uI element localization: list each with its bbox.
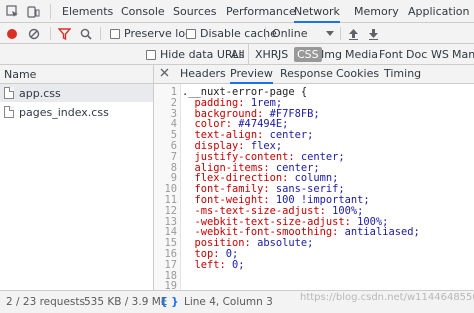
filter-type-font[interactable]: Font — [376, 44, 406, 65]
tab-application[interactable]: Application — [408, 0, 469, 23]
toolbar-separator — [100, 27, 101, 40]
pretty-print-icon[interactable]: { } — [160, 291, 179, 313]
record-icon[interactable] — [6, 23, 18, 44]
filter-type-img[interactable]: Img — [318, 44, 345, 65]
css-value: 0; — [225, 258, 245, 271]
line-number: 19 — [164, 280, 177, 290]
filter-icon[interactable] — [58, 23, 71, 44]
request-row[interactable]: pages_index.css — [0, 103, 153, 121]
search-icon[interactable] — [80, 23, 92, 44]
toolbar-separator — [50, 27, 51, 40]
tab-separator — [50, 4, 51, 19]
filter-type-doc[interactable]: Doc — [403, 44, 430, 65]
file-icon — [4, 106, 14, 118]
throttle-value: Online — [272, 27, 308, 40]
filter-separator — [248, 44, 249, 65]
tab-network[interactable]: Network — [294, 0, 340, 23]
checkbox-box[interactable] — [146, 49, 156, 60]
throttle-select[interactable]: Online — [272, 23, 334, 44]
toolbar-separator — [340, 27, 341, 40]
filter-type-all[interactable]: All — [228, 44, 248, 65]
tab-preview[interactable]: Preview — [230, 65, 273, 84]
request-row[interactable]: app.css — [0, 84, 153, 102]
tab-elements[interactable]: Elements — [62, 0, 113, 23]
css-property: left: — [182, 258, 226, 271]
name-column-header[interactable]: Name — [0, 65, 153, 84]
preserve-log-label: Preserve log — [124, 27, 193, 40]
tab-sources[interactable]: Sources — [173, 0, 217, 23]
css-value: antialiased; — [338, 226, 420, 239]
close-detail-icon[interactable] — [160, 65, 169, 84]
request-list: app.css pages_index.css — [0, 84, 153, 290]
devtools-tab-bar: Elements Console Sources Performance Net… — [0, 0, 474, 23]
tab-timing[interactable]: Timing — [384, 65, 421, 84]
checkbox-box[interactable] — [110, 28, 120, 39]
device-toolbar-icon[interactable] — [25, 0, 41, 23]
request-count: 2 / 23 requests — [6, 296, 85, 308]
code-line: left: 0; — [182, 258, 245, 271]
clear-icon[interactable] — [28, 23, 40, 44]
disable-cache-checkbox[interactable]: Disable cache — [186, 23, 277, 44]
tab-console[interactable]: Console — [121, 0, 165, 23]
request-name: pages_index.css — [19, 105, 109, 119]
tab-memory[interactable]: Memory — [354, 0, 399, 23]
tab-response[interactable]: Response — [280, 65, 333, 84]
chevron-down-icon — [326, 27, 334, 40]
watermark-text: https://blog.csdn.net/w1144648550 — [300, 292, 474, 303]
filter-type-manifest[interactable]: Manif — [449, 44, 474, 65]
tab-performance[interactable]: Performance — [226, 0, 296, 23]
css-value: absolute; — [250, 237, 314, 250]
transfer-size: 535 KB / 3.9 ME — [84, 296, 168, 308]
filter-type-js[interactable]: JS — [275, 44, 291, 65]
checkbox-box[interactable] — [186, 28, 196, 39]
export-har-icon[interactable] — [368, 23, 379, 44]
request-name: app.css — [19, 86, 61, 100]
toolbar-separator — [265, 27, 266, 40]
tab-headers[interactable]: Headers — [180, 65, 226, 84]
preserve-log-checkbox[interactable]: Preserve log — [110, 23, 192, 44]
file-icon — [4, 87, 14, 99]
tab-cookies[interactable]: Cookies — [336, 65, 379, 84]
cursor-position: Line 4, Column 3 — [184, 296, 273, 308]
css-preview[interactable]: 1 .__nuxt-error-page {2 padding: 1rem; 3 b… — [154, 84, 474, 290]
inspect-element-icon[interactable] — [4, 0, 20, 23]
import-har-icon[interactable] — [348, 23, 359, 44]
filter-bar: Hide data URLs All XHR JS CSS Img Media … — [0, 44, 474, 65]
network-toolbar: Preserve log Disable cache Online — [0, 23, 474, 44]
detail-tab-bar: Headers Preview Response Cookies Timing — [154, 65, 474, 84]
